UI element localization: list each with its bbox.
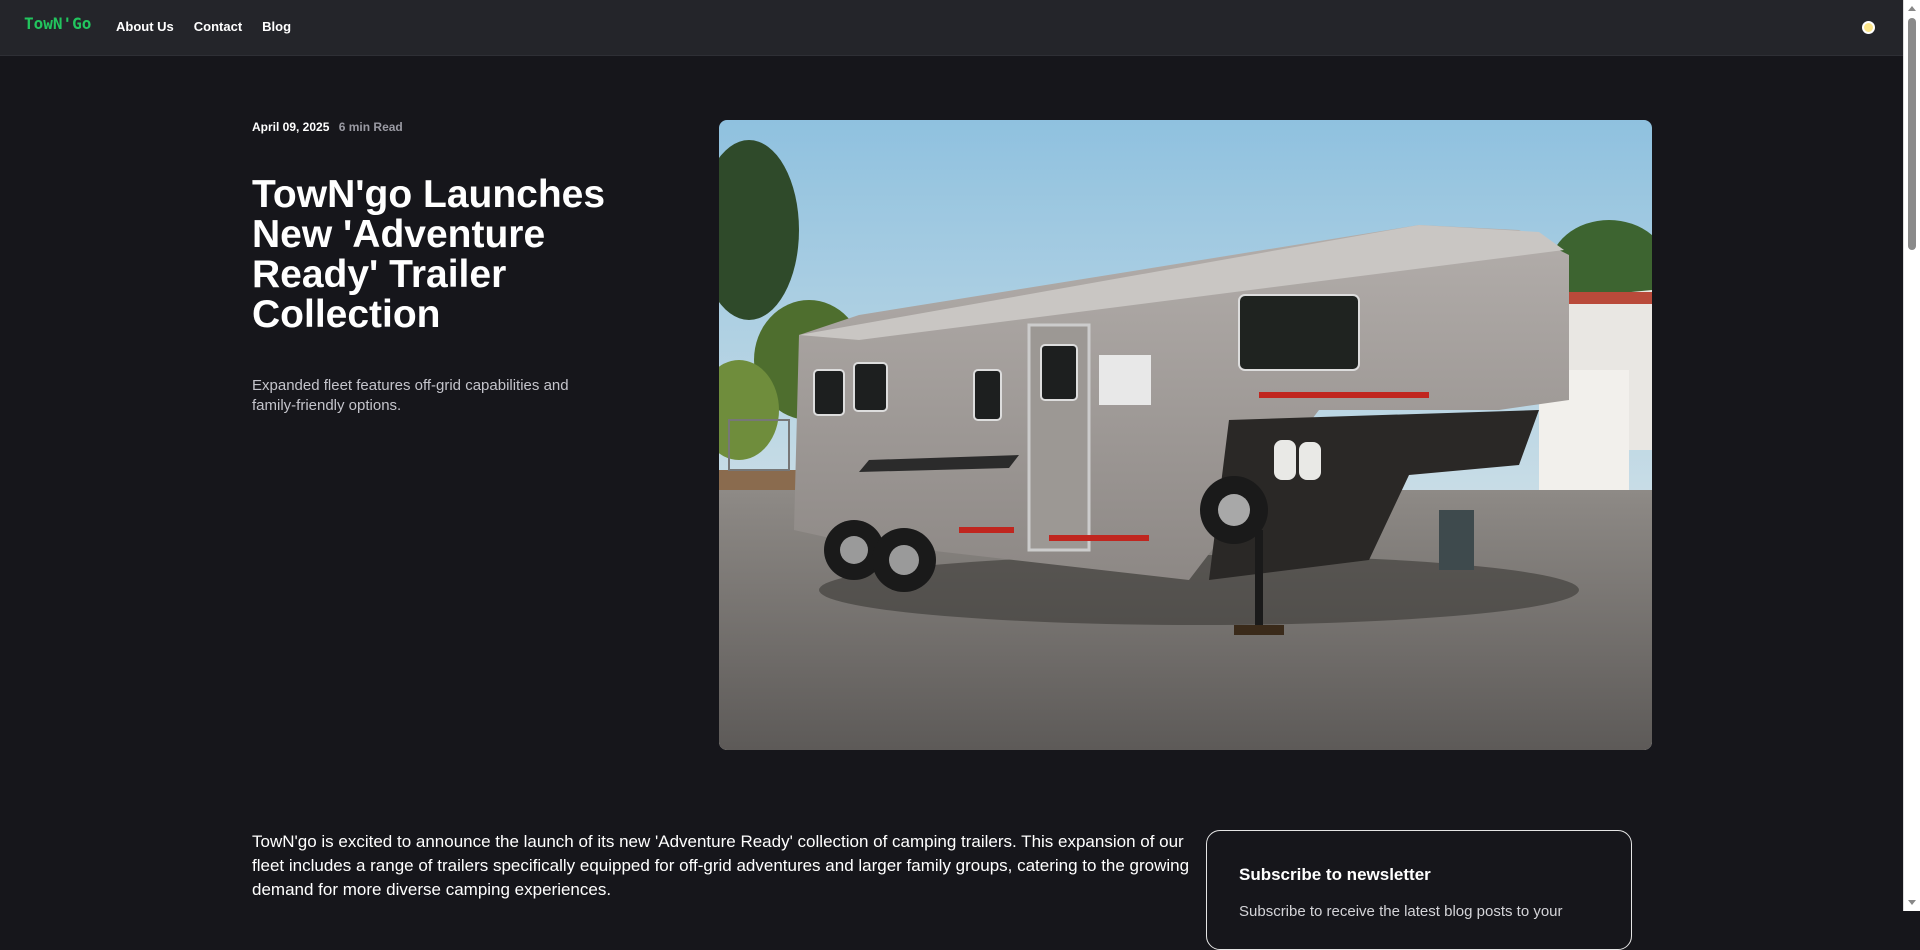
newsletter-text: Subscribe to receive the latest blog pos… — [1239, 903, 1563, 920]
trailer-photo — [719, 120, 1652, 750]
main-nav: About Us Contact Blog — [116, 19, 291, 34]
newsletter-card: Subscribe to newsletter Subscribe to rec… — [1206, 830, 1632, 950]
scroll-thumb[interactable] — [1908, 18, 1916, 250]
scroll-down-icon[interactable] — [1908, 900, 1916, 905]
article-subtitle: Expanded fleet features off-grid capabil… — [252, 377, 569, 414]
nav-link-about-us[interactable]: About Us — [116, 19, 174, 34]
page-scrollbar[interactable] — [1903, 0, 1920, 911]
article-date: April 09, 2025 — [252, 120, 330, 134]
article-title: TowN'go Launches New 'Adventure Ready' T… — [252, 173, 606, 336]
read-time: 6 min Read — [338, 120, 403, 134]
article-meta: April 09, 2025 6 min Read — [252, 120, 403, 134]
newsletter-heading: Subscribe to newsletter — [1239, 865, 1431, 884]
theme-toggle-icon[interactable] — [1862, 21, 1875, 34]
article-body: TowN'go is excited to announce the launc… — [252, 832, 1190, 899]
nav-link-blog[interactable]: Blog — [262, 19, 291, 34]
nav-link-contact[interactable]: Contact — [194, 19, 242, 34]
top-navbar: TowN'Go About Us Contact Blog — [0, 0, 1903, 56]
site-logo[interactable]: TowN'Go — [24, 14, 91, 33]
hero-image — [719, 120, 1652, 750]
scroll-up-icon[interactable] — [1908, 6, 1916, 11]
